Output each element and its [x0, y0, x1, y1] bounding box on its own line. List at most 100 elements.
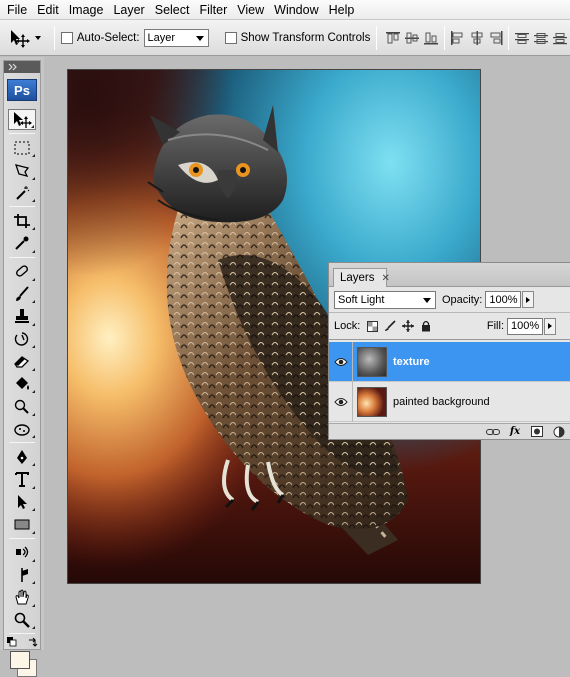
- lock-transparent-button[interactable]: [366, 320, 378, 332]
- menu-file[interactable]: File: [2, 0, 32, 20]
- close-icon[interactable]: ✕: [382, 273, 390, 284]
- tool-pen[interactable]: [8, 446, 36, 467]
- visibility-toggle[interactable]: [329, 381, 353, 422]
- menu-filter[interactable]: Filter: [194, 0, 232, 20]
- link-layers-button[interactable]: [486, 426, 500, 438]
- magic-wand-tool-icon: [16, 185, 30, 200]
- divider: [508, 25, 510, 50]
- auto-select-label: Auto-Select:: [76, 31, 140, 44]
- lock-position-button[interactable]: [402, 320, 415, 332]
- adjustment-layer-icon: [553, 426, 565, 437]
- align-left-icon: [451, 30, 463, 45]
- lock-transparent-icon: [366, 320, 378, 332]
- lock-pixels-button[interactable]: [384, 320, 396, 332]
- tool-hand[interactable]: [8, 587, 36, 608]
- fill-slider-button[interactable]: [544, 317, 556, 335]
- tool-shape[interactable]: [8, 514, 36, 535]
- shape-tool-icon: [14, 519, 30, 530]
- visibility-toggle[interactable]: [329, 341, 353, 382]
- tool-brush[interactable]: [8, 283, 36, 304]
- menu-view[interactable]: View: [232, 0, 269, 20]
- align-top-button[interactable]: [383, 28, 402, 48]
- menu-select[interactable]: Select: [150, 0, 195, 20]
- tool-paint-bucket[interactable]: [8, 373, 36, 394]
- chevron-down-icon: [195, 35, 204, 41]
- tool-healing-brush[interactable]: [8, 261, 36, 282]
- menu-window[interactable]: Window: [269, 0, 323, 20]
- color-swatches: [5, 637, 39, 677]
- tool-zoom[interactable]: [8, 609, 36, 630]
- tool-eraser[interactable]: [8, 351, 36, 372]
- menu-image[interactable]: Image: [64, 0, 109, 20]
- tool-move[interactable]: [8, 109, 36, 130]
- fx-button[interactable]: fx: [508, 426, 522, 438]
- tool-magic-wand[interactable]: [8, 182, 36, 203]
- tool-type[interactable]: [8, 469, 36, 490]
- tool-sponge[interactable]: [8, 418, 36, 439]
- blend-mode-dropdown[interactable]: Soft Light: [334, 290, 436, 309]
- tool-preset-picker[interactable]: [8, 24, 48, 52]
- menu-help[interactable]: Help: [324, 0, 360, 20]
- eraser-tool-icon: [14, 356, 30, 368]
- distribute-bottom-button[interactable]: [551, 28, 570, 48]
- distribute-vcenter-button[interactable]: [532, 28, 551, 48]
- show-transform-checkbox[interactable]: [224, 31, 237, 44]
- divider: [9, 206, 35, 207]
- adjustment-layer-button[interactable]: [552, 426, 566, 438]
- layer-list: texture painted background: [329, 339, 570, 423]
- auto-select-dropdown[interactable]: Layer: [143, 28, 209, 47]
- tool-crop[interactable]: [8, 210, 36, 231]
- tool-path-selection[interactable]: [8, 491, 36, 512]
- marquee-tool-icon: [14, 141, 30, 154]
- align-vcenter-icon: [405, 32, 420, 43]
- layer-name: painted background: [393, 395, 490, 408]
- 3d-rotate-tool-icon: [16, 546, 29, 558]
- align-right-icon: [490, 30, 503, 45]
- tool-3d-rotate[interactable]: [8, 542, 36, 563]
- tool-dodge[interactable]: [8, 396, 36, 417]
- toolbox-grip[interactable]: [4, 61, 40, 73]
- layer-row-painted-background[interactable]: painted background: [329, 381, 570, 422]
- tool-lasso[interactable]: [8, 160, 36, 181]
- add-layer-mask-button[interactable]: [530, 426, 544, 438]
- fill-field[interactable]: 100%: [507, 317, 543, 335]
- align-vcenter-button[interactable]: [403, 28, 422, 48]
- layer-row-texture[interactable]: texture: [329, 341, 570, 382]
- lasso-tool-icon: [15, 164, 30, 177]
- opacity-field[interactable]: 100%: [485, 291, 522, 308]
- tool-marquee[interactable]: [8, 137, 36, 158]
- tool-clone-stamp[interactable]: [8, 306, 36, 327]
- default-colors-icon[interactable]: [7, 637, 17, 647]
- opacity-slider-button[interactable]: [522, 291, 535, 308]
- distribute-top-button[interactable]: [512, 28, 531, 48]
- move-lock-icon: [402, 320, 415, 332]
- lock-all-button[interactable]: [420, 320, 432, 332]
- path-selection-tool-icon: [18, 494, 27, 509]
- layer-name: texture: [393, 355, 430, 368]
- divider: [9, 442, 35, 443]
- align-hcenter-button[interactable]: [467, 28, 486, 48]
- tab-layers[interactable]: Layers ✕: [333, 268, 390, 287]
- foreground-color-swatch[interactable]: [10, 651, 30, 669]
- align-right-button[interactable]: [486, 28, 505, 48]
- tool-eyedropper[interactable]: [8, 233, 36, 254]
- tool-3d-camera[interactable]: [8, 564, 36, 585]
- swap-colors-icon[interactable]: [28, 637, 38, 647]
- menu-edit[interactable]: Edit: [32, 0, 64, 20]
- chevron-right-icon: [548, 323, 552, 329]
- move-tool-icon: [11, 29, 30, 48]
- divider: [9, 256, 35, 258]
- clone-stamp-tool-icon: [15, 309, 29, 323]
- pen-tool-icon: [17, 449, 27, 464]
- align-top-icon: [385, 31, 400, 43]
- distribute-bottom-icon: [553, 32, 568, 44]
- menu-layer[interactable]: Layer: [108, 0, 149, 20]
- fx-icon: fx: [509, 426, 521, 437]
- align-left-button[interactable]: [448, 28, 467, 48]
- divider: [54, 25, 56, 50]
- auto-select-checkbox[interactable]: [61, 31, 73, 44]
- divider: [376, 25, 378, 50]
- align-bottom-button[interactable]: [422, 28, 441, 48]
- layers-panel: Layers ✕ Soft Light Opacity: 100% Lock: …: [328, 262, 570, 440]
- tool-history-brush[interactable]: [8, 328, 36, 349]
